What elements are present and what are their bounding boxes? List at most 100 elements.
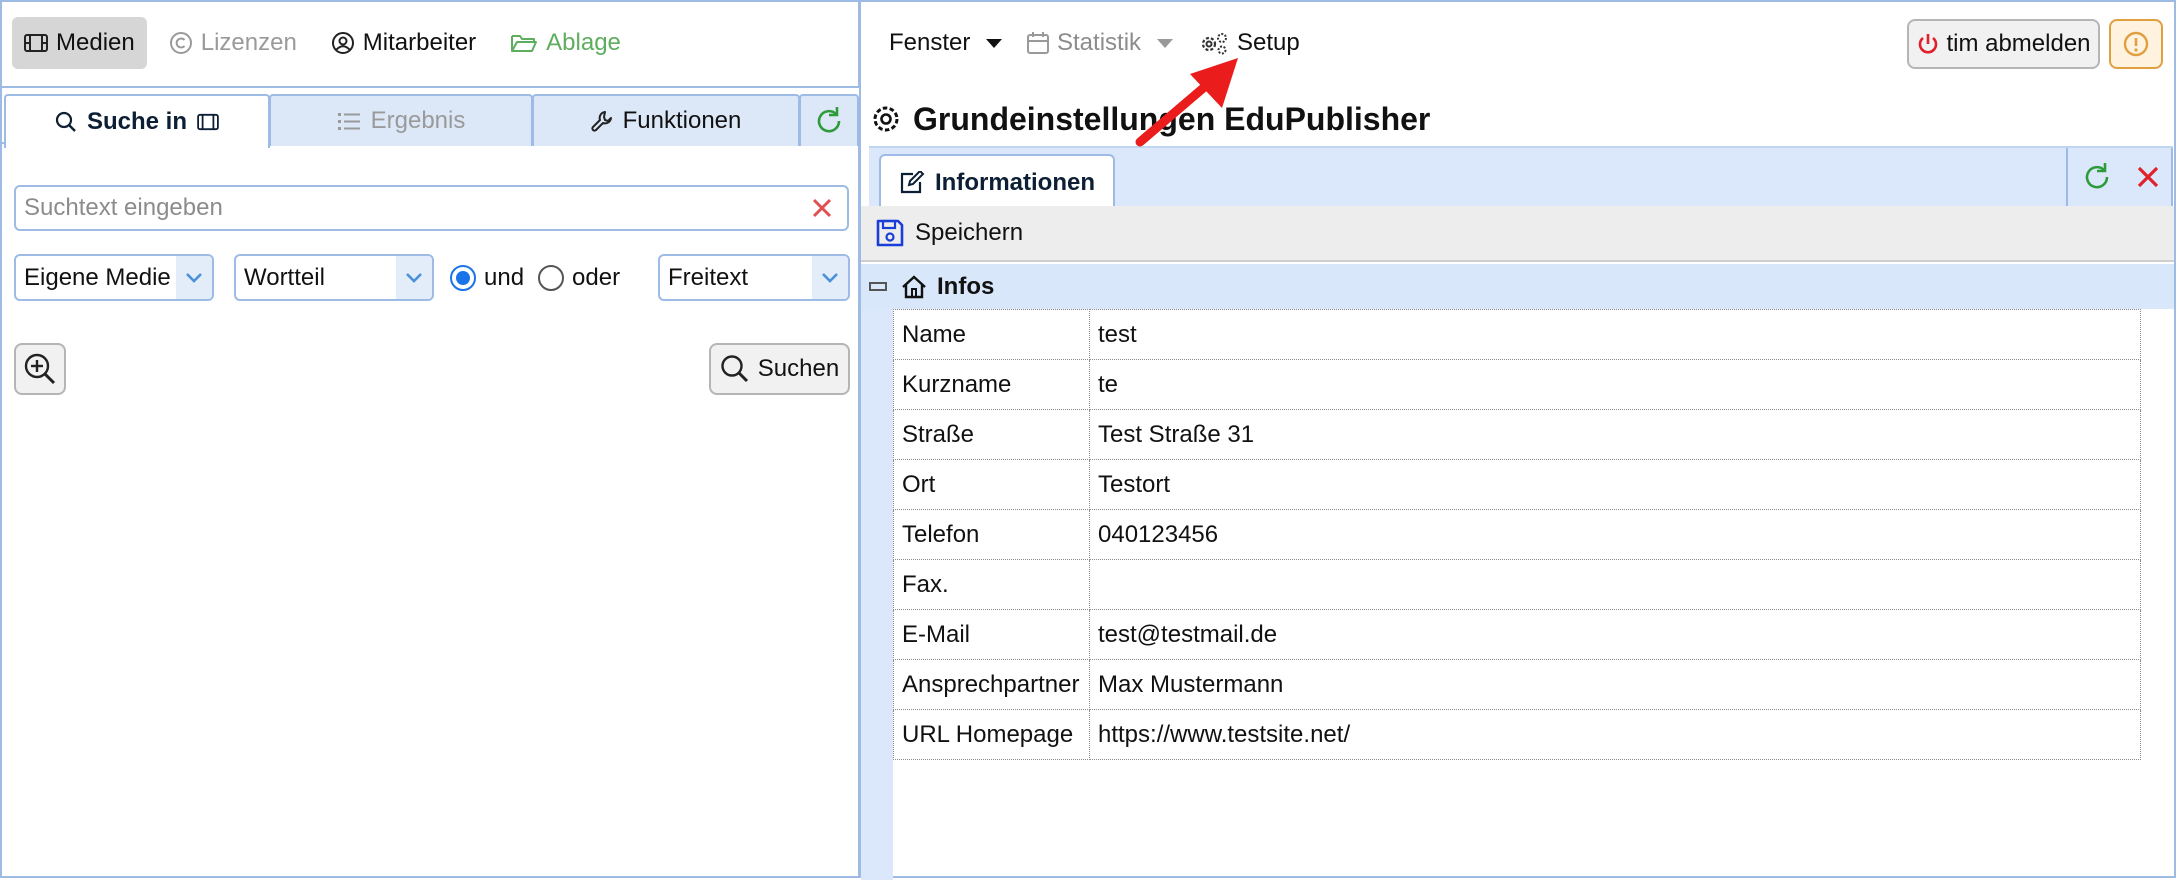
radio-und[interactable]	[450, 264, 476, 291]
search-input[interactable]	[16, 193, 797, 223]
property-key: Straße	[893, 409, 1090, 460]
chevron-down-icon	[812, 256, 848, 299]
left-top-nav: Medien Lizenzen Mitarbeiter Ablage	[2, 2, 858, 84]
film-icon	[197, 113, 219, 131]
nav-mitarbeiter[interactable]: Mitarbeiter	[319, 17, 488, 69]
home-icon	[902, 274, 926, 298]
property-value[interactable]: 040123456	[1089, 509, 2141, 560]
wrench-icon	[591, 111, 612, 132]
clear-search-button[interactable]	[797, 198, 847, 218]
tab-actions	[2066, 148, 2173, 206]
search-field	[14, 185, 849, 231]
edit-icon	[900, 171, 925, 194]
infos-group-label: Infos	[937, 272, 995, 300]
copyright-icon	[169, 32, 192, 54]
right-panel: Fenster Statistik Setup tim abmelden Gru…	[861, 0, 2176, 880]
property-value[interactable]: test@testmail.de	[1089, 609, 2141, 660]
tab-funktionen-label: Funktionen	[622, 107, 742, 134]
table-row[interactable]: Ort Testort	[893, 459, 2141, 510]
table-row[interactable]: Telefon 040123456	[893, 509, 2141, 560]
field-select[interactable]: Freitext	[658, 254, 850, 301]
caret-down-icon	[986, 38, 1003, 48]
tab-ergebnis[interactable]: Ergebnis	[269, 94, 533, 146]
floppy-disk-icon	[876, 219, 904, 247]
film-icon	[24, 34, 48, 52]
zoom-in-button[interactable]	[14, 343, 66, 395]
property-value[interactable]: Test Straße 31	[1089, 409, 2141, 460]
property-key: E-Mail	[893, 609, 1090, 660]
table-row[interactable]: Name test	[893, 309, 2141, 360]
nav-ablage[interactable]: Ablage	[498, 17, 633, 69]
user-circle-icon	[331, 32, 354, 54]
collapse-icon[interactable]	[869, 282, 887, 291]
menu-statistik-label: Statistik	[1057, 29, 1142, 56]
refresh-icon[interactable]	[2080, 160, 2114, 194]
right-top-bar: Fenster Statistik Setup tim abmelden	[861, 2, 2174, 84]
zoom-in-icon	[24, 353, 56, 385]
tab-ergebnis-label: Ergebnis	[370, 107, 466, 134]
table-row[interactable]: Kurzname te	[893, 359, 2141, 410]
match-select-value: Wortteil	[244, 263, 325, 291]
gears-icon	[1201, 33, 1227, 55]
tab-informationen[interactable]: Informationen	[879, 154, 1115, 210]
table-row[interactable]: Ansprechpartner Max Mustermann	[893, 659, 2141, 710]
nav-medien[interactable]: Medien	[12, 17, 147, 69]
info-icon	[2123, 31, 2149, 57]
property-key: Telefon	[893, 509, 1090, 560]
tab-funktionen[interactable]: Funktionen	[532, 94, 800, 146]
close-icon[interactable]	[2136, 165, 2160, 189]
menu-fenster[interactable]: Fenster	[889, 20, 1003, 66]
menu-setup-label: Setup	[1237, 29, 1300, 56]
scope-select[interactable]: Eigene Medie	[14, 254, 214, 301]
calendar-icon	[1027, 32, 1049, 54]
property-key: Kurzname	[893, 359, 1090, 410]
search-button[interactable]: Suchen	[709, 343, 850, 395]
property-key: Name	[893, 309, 1090, 360]
right-tab-bar: Informationen	[869, 146, 2173, 210]
property-value[interactable]: Max Mustermann	[1089, 659, 2141, 710]
list-icon	[337, 113, 360, 130]
refresh-icon	[817, 107, 841, 133]
logout-button-label: tim abmelden	[1946, 30, 2091, 57]
grid-gutter	[861, 309, 893, 880]
property-value[interactable]: Testort	[1089, 459, 2141, 510]
nav-lizenzen[interactable]: Lizenzen	[157, 17, 309, 69]
property-value[interactable]: https://www.testsite.net/	[1089, 709, 2141, 760]
table-row[interactable]: URL Homepage https://www.testsite.net/	[893, 709, 2141, 760]
tab-informationen-label: Informationen	[935, 169, 1095, 196]
nav-mitarbeiter-label: Mitarbeiter	[362, 29, 477, 56]
table-row[interactable]: Fax.	[893, 559, 2141, 610]
property-key: Ansprechpartner	[893, 659, 1090, 710]
property-value[interactable]	[1089, 559, 2141, 610]
property-value[interactable]: te	[1089, 359, 2141, 410]
info-button[interactable]	[2109, 19, 2163, 69]
menu-setup[interactable]: Setup	[1199, 20, 1300, 66]
chevron-down-icon	[396, 256, 432, 299]
property-key: Ort	[893, 459, 1090, 510]
tab-suche[interactable]: Suche in	[4, 94, 270, 148]
page-title: Grundeinstellungen EduPublisher	[871, 96, 1430, 142]
search-icon	[721, 355, 748, 383]
table-row[interactable]: Straße Test Straße 31	[893, 409, 2141, 460]
caret-down-icon	[1157, 38, 1174, 48]
field-select-value: Freitext	[668, 263, 749, 291]
left-refresh-button[interactable]	[799, 94, 859, 146]
logout-button[interactable]: tim abmelden	[1907, 19, 2100, 69]
property-value[interactable]: test	[1089, 309, 2141, 360]
app-root: Medien Lizenzen Mitarbeiter Ablage Suche…	[0, 0, 2176, 880]
menu-statistik[interactable]: Statistik	[1027, 20, 1174, 66]
page-title-text: Grundeinstellungen EduPublisher	[913, 100, 1431, 137]
nav-medien-label: Medien	[56, 29, 135, 56]
property-key: URL Homepage	[893, 709, 1090, 760]
save-toolbar: Speichern	[861, 206, 2174, 262]
radio-oder[interactable]	[538, 264, 565, 291]
left-tab-bar: Suche in Ergebnis Funktionen	[2, 86, 859, 148]
search-button-label: Suchen	[757, 355, 840, 382]
nav-ablage-label: Ablage	[546, 29, 621, 56]
chevron-down-icon	[176, 256, 212, 299]
table-row[interactable]: E-Mail test@testmail.de	[893, 609, 2141, 660]
match-select[interactable]: Wortteil	[234, 254, 434, 301]
nav-lizenzen-label: Lizenzen	[200, 29, 297, 56]
save-button[interactable]: Speichern	[915, 219, 1023, 247]
infos-group-header[interactable]: Infos	[861, 264, 2174, 309]
